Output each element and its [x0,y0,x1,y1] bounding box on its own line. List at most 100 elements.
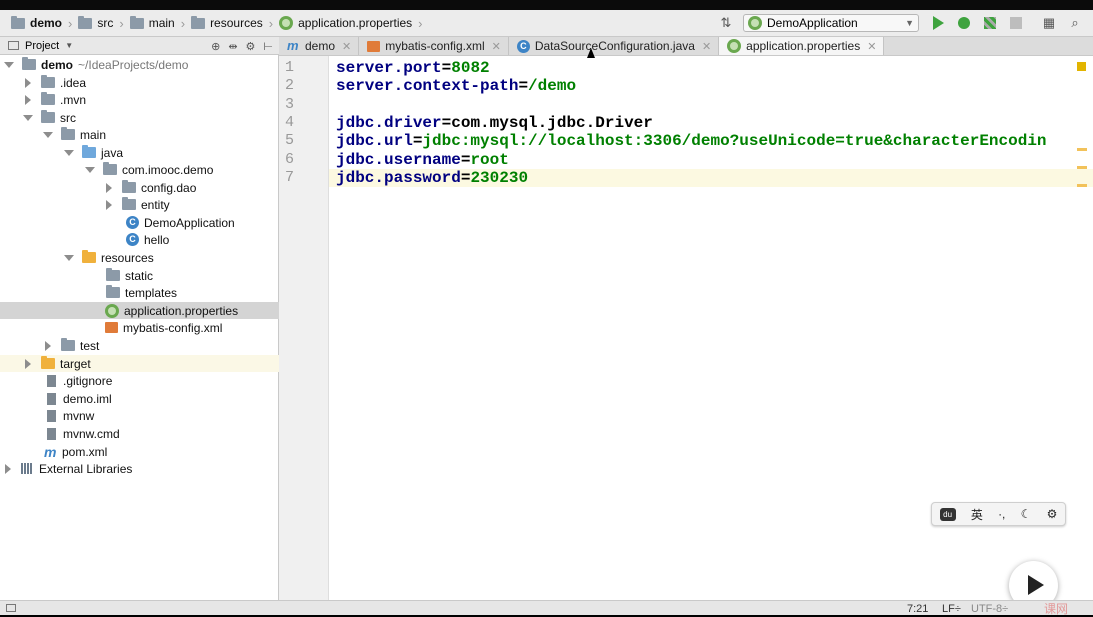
folder-icon [41,75,55,88]
line-number: 1 [285,59,295,76]
sort-arrows-icon[interactable]: ⇅ [718,15,734,31]
collapsed-arrow-icon[interactable] [25,94,31,105]
folder-icon [61,127,75,140]
tree-item-test[interactable]: test [0,337,321,354]
tree-item-demo[interactable]: demo ~/IdeaProjects/demo [0,56,282,73]
breadcrumb: demo › src › main › resources › applicat… [11,15,429,31]
locate-icon[interactable]: ⊕ [211,40,220,53]
chevron-right-icon: › [180,15,186,31]
close-icon[interactable]: ✕ [342,40,351,53]
line-number: 5 [285,132,295,149]
moon-icon[interactable]: ☾ [1021,507,1032,521]
ime-language-toggle[interactable]: 英 [971,506,983,523]
tree-item-label: .idea [60,75,87,90]
breadcrumb-item-main[interactable]: main [149,16,175,30]
line-number: 6 [285,151,295,168]
line-number: 4 [285,114,295,131]
expand-arrow-icon[interactable] [64,149,74,156]
tree-item-external-libraries[interactable]: External Libraries [0,460,281,477]
maven-icon: m [287,38,299,53]
breadcrumb-item-resources[interactable]: resources [210,16,263,30]
close-icon[interactable]: ✕ [492,40,501,53]
expand-arrow-icon[interactable] [43,131,53,138]
code-line[interactable]: server.context-path=/demo [329,77,1093,95]
tree-item-pom[interactable]: m pom.xml [0,443,322,460]
expand-arrow-icon[interactable] [4,61,14,68]
tree-item-mvn[interactable]: .mvn [0,91,301,108]
tree-item-label: resources [101,250,154,265]
gear-icon[interactable]: ⚙ [246,40,256,53]
collapsed-arrow-icon[interactable] [25,77,31,88]
code-line[interactable]: jdbc.username=root [329,151,1093,169]
project-panel-title[interactable]: Project [25,40,59,52]
tree-item-idea[interactable]: .idea [0,74,301,91]
hide-panel-icon[interactable]: ⊢ [263,40,273,53]
caret-position[interactable]: 7:21 [907,603,928,615]
close-icon[interactable]: ✕ [867,40,876,53]
scrollbar-marker[interactable] [1077,166,1087,169]
tab-demo[interactable]: m demo ✕ [279,37,360,55]
resources-folder-icon [82,250,96,263]
tab-application-properties[interactable]: application.properties ✕ [719,37,885,55]
gear-icon[interactable]: ⚙ [1047,507,1058,521]
collapsed-arrow-icon[interactable] [25,358,31,369]
close-icon[interactable]: ✕ [702,40,711,53]
folder-icon [41,110,55,123]
tree-item-label: static [125,268,154,283]
code-line[interactable]: jdbc.driver=com.mysql.jdbc.Driver [329,114,1093,132]
expand-arrow-icon[interactable] [64,254,74,261]
line-separator[interactable]: LF÷ [942,603,961,615]
tree-item-src[interactable]: src [0,109,301,126]
code-line-current[interactable]: jdbc.password=230230 [329,169,1093,187]
coverage-button[interactable] [982,15,998,31]
tree-item-mvnw[interactable]: mvnw [0,407,323,424]
collapsed-arrow-icon[interactable] [5,463,11,474]
code-line[interactable]: server.port=8082 [329,59,1093,77]
breadcrumb-item-src[interactable]: src [97,16,113,30]
project-view-icon [8,41,19,50]
ime-logo-icon[interactable]: du [939,507,956,521]
ime-punctuation-toggle[interactable]: ·, [998,507,1005,521]
chevron-down-icon[interactable]: ▼ [65,41,73,50]
tab-datasource-configuration[interactable]: C DataSourceConfiguration.java ✕ [509,37,720,55]
folder-icon [106,285,120,298]
library-icon [21,463,33,474]
collapsed-arrow-icon[interactable] [45,340,51,351]
equals-sign: = [460,151,471,169]
scrollbar-marker[interactable] [1077,148,1087,151]
tree-item-main[interactable]: main [0,126,321,143]
tree-item-label: main [80,127,107,142]
tree-item-gitignore[interactable]: .gitignore [0,372,323,389]
inspection-status-icon[interactable] [1077,62,1086,71]
file-encoding[interactable]: UTF-8÷ [971,603,1008,615]
breadcrumb-item-demo[interactable]: demo [30,16,62,30]
code-line[interactable]: jdbc.url=jdbc:mysql://localhost:3306/dem… [329,132,1093,150]
project-structure-button[interactable]: ▦ [1041,15,1057,31]
file-icon [47,392,56,405]
class-icon: C [516,39,530,53]
search-icon[interactable]: ⌕ [1067,15,1083,31]
spring-properties-icon [105,303,119,318]
tab-mybatis-config[interactable]: mybatis-config.xml ✕ [359,37,509,55]
debug-button[interactable] [956,15,972,31]
expand-arrow-icon[interactable] [85,166,95,173]
code-line-empty[interactable] [329,96,1093,114]
equals-sign: = [518,77,529,95]
tool-window-toggle-icon[interactable] [6,604,16,612]
property-value: com.mysql.jdbc.Driver [451,114,653,132]
tree-item-demo-iml[interactable]: demo.iml [0,390,323,407]
run-button[interactable] [930,15,946,31]
stop-button[interactable] [1008,15,1024,31]
collapsed-arrow-icon[interactable] [106,199,112,210]
breadcrumb-item-file[interactable]: application.properties [298,16,412,30]
collapse-all-icon[interactable]: ⇹ [228,40,237,53]
tree-item-target[interactable]: target [0,355,301,372]
run-configuration-select[interactable]: DemoApplication ▼ [743,14,919,32]
tree-item-mvnw-cmd[interactable]: mvnw.cmd [0,425,323,442]
tree-item-label: application.properties [124,303,239,318]
scrollbar-marker[interactable] [1077,184,1087,187]
expand-arrow-icon[interactable] [23,114,33,121]
collapsed-arrow-icon[interactable] [106,182,112,193]
tree-item-label: DemoApplication [144,215,235,230]
xml-icon [105,322,118,333]
